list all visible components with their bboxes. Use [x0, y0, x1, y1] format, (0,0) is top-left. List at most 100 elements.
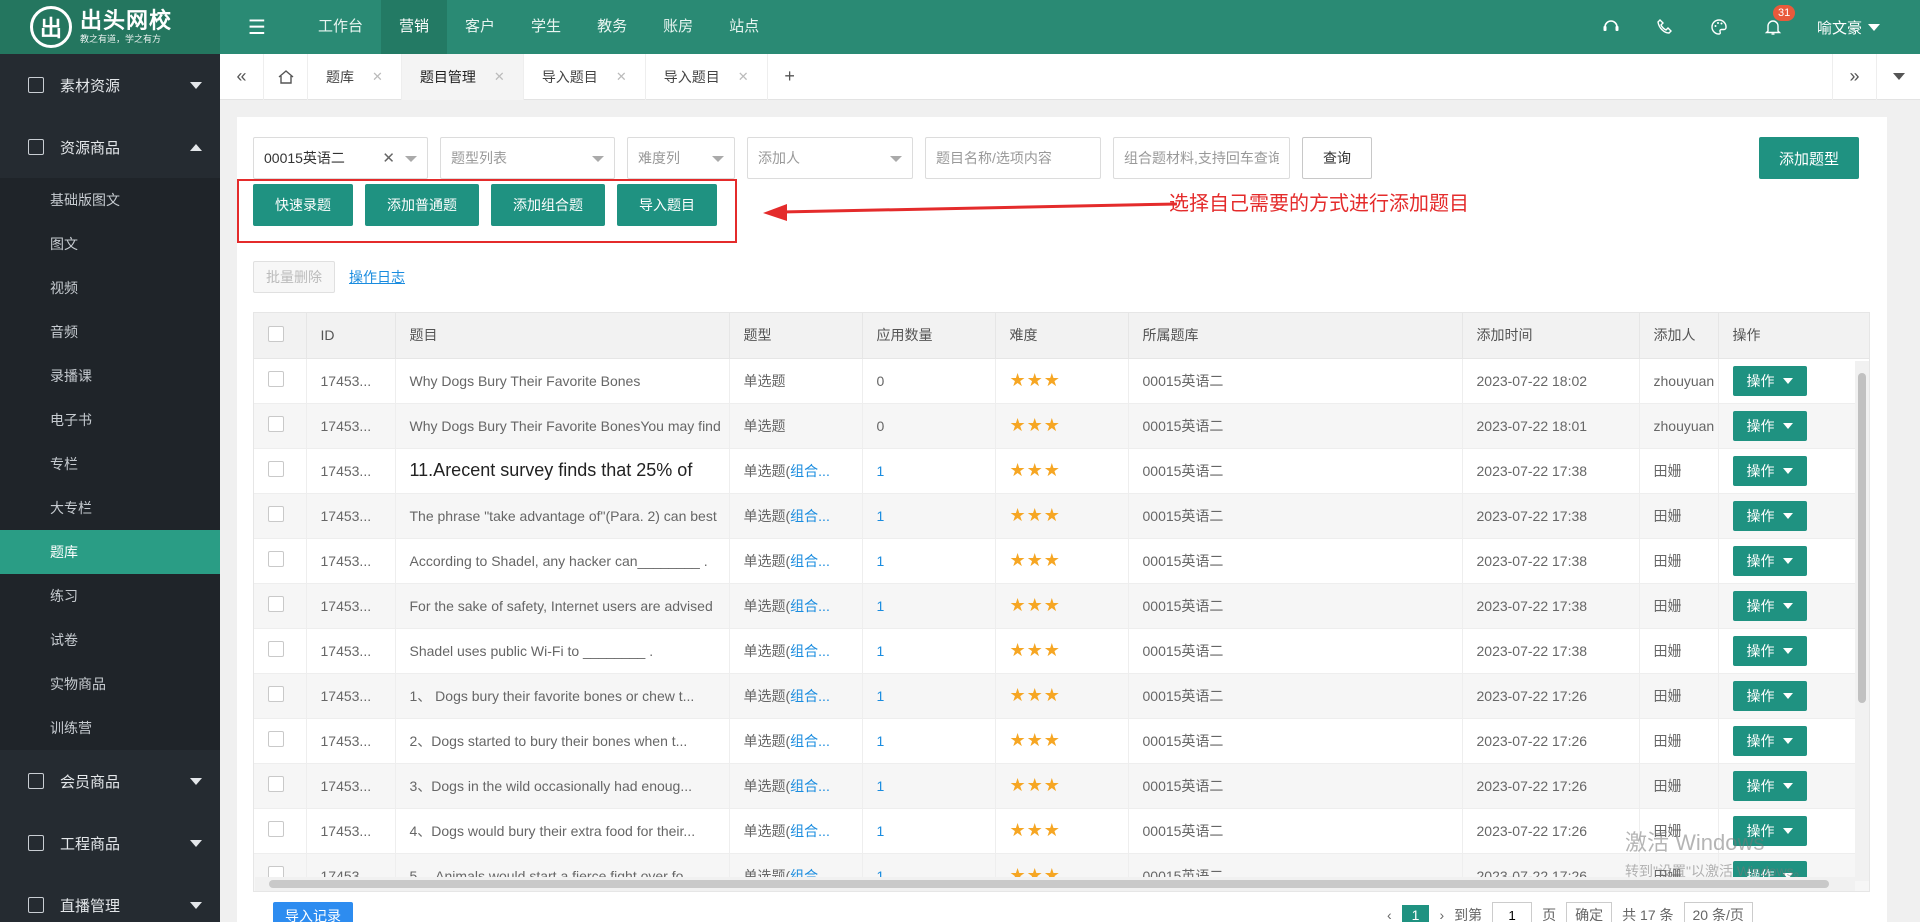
tab-import-questions[interactable]: 导入题目 ✕	[524, 53, 646, 100]
sidebar-item-ebook[interactable]: 电子书	[0, 398, 220, 442]
goto-page-input[interactable]	[1492, 902, 1533, 922]
row-checkbox[interactable]	[268, 731, 284, 747]
row-checkbox[interactable]	[268, 371, 284, 387]
sidebar-item-article[interactable]: 图文	[0, 222, 220, 266]
bell-icon[interactable]: 31	[1763, 5, 1796, 37]
bank-select-value: 00015英语二	[264, 150, 345, 166]
adder-select[interactable]: 添加人	[747, 137, 913, 179]
menu-toggle-icon[interactable]: ☰	[242, 15, 272, 40]
clear-icon[interactable]: ✕	[382, 149, 395, 167]
sidebar-group-resource-goods[interactable]: 资源商品	[0, 116, 220, 178]
sidebar-group-material[interactable]: 素材资源	[0, 54, 220, 116]
add-tab-button[interactable]: +	[768, 54, 812, 100]
scroll-right-icon[interactable]: »	[1832, 53, 1876, 100]
title-search-input[interactable]	[925, 137, 1101, 179]
topnav-item-site[interactable]: 站点	[711, 0, 777, 54]
type-select[interactable]: 题型列表	[440, 137, 615, 179]
sidebar-item-video[interactable]: 视频	[0, 266, 220, 310]
top-nav: 工作台 营销 客户 学生 教务 账房 站点	[300, 0, 777, 54]
tab-question-bank[interactable]: 题库 ✕	[308, 53, 402, 100]
difficulty-stars-icon: ★★★	[1009, 730, 1061, 750]
row-adder: zhouyuan	[1639, 358, 1719, 404]
user-menu[interactable]: 喻文豪	[1817, 17, 1880, 38]
service-icon[interactable]	[1601, 17, 1621, 37]
row-adder: zhouyuan	[1639, 403, 1719, 449]
table-vertical-scrollbar[interactable]	[1855, 361, 1869, 881]
add-question-type-button[interactable]: 添加题型	[1759, 137, 1859, 179]
table-horizontal-scrollbar[interactable]	[255, 877, 1855, 891]
row-checkbox[interactable]	[268, 686, 284, 702]
sidebar-item-exam[interactable]: 试卷	[0, 618, 220, 662]
topnav-item-customers[interactable]: 客户	[447, 0, 513, 54]
row-action-button[interactable]: 操作	[1732, 725, 1807, 756]
sidebar-item-big-column[interactable]: 大专栏	[0, 486, 220, 530]
row-checkbox[interactable]	[268, 641, 284, 657]
table-row: 17453... 2、Dogs started to bury their bo…	[254, 718, 1869, 764]
row-action-button[interactable]: 操作	[1732, 815, 1807, 846]
material-search-input[interactable]	[1113, 137, 1290, 179]
bank-select[interactable]: 00015英语二 ✕	[253, 137, 428, 179]
sidebar-item-physical-goods[interactable]: 实物商品	[0, 662, 220, 706]
row-checkbox[interactable]	[268, 551, 284, 567]
tabs-menu-icon[interactable]	[1876, 53, 1920, 100]
difficulty-select[interactable]: 难度列	[627, 137, 735, 179]
row-action-button[interactable]: 操作	[1732, 455, 1807, 486]
sidebar-item-question-bank[interactable]: 题库	[0, 530, 220, 574]
import-questions-button[interactable]: 导入题目	[617, 184, 717, 226]
row-checkbox[interactable]	[268, 461, 284, 477]
sidebar-group-member-goods[interactable]: 会员商品	[0, 750, 220, 812]
sidebar-group-project-goods[interactable]: 工程商品	[0, 812, 220, 874]
sidebar-item-column[interactable]: 专栏	[0, 442, 220, 486]
topnav-item-accounts[interactable]: 账房	[645, 0, 711, 54]
add-normal-question-button[interactable]: 添加普通题	[365, 184, 479, 226]
close-icon[interactable]: ✕	[372, 69, 383, 85]
row-action-button[interactable]: 操作	[1732, 365, 1807, 396]
topnav-item-academic[interactable]: 教务	[579, 0, 645, 54]
operation-log-link[interactable]: 操作日志	[349, 267, 405, 287]
row-checkbox[interactable]	[268, 776, 284, 792]
select-all-checkbox[interactable]	[268, 325, 284, 342]
row-action-button[interactable]: 操作	[1732, 500, 1807, 531]
close-icon[interactable]: ✕	[616, 69, 627, 85]
add-group-question-button[interactable]: 添加组合题	[491, 184, 605, 226]
page-number[interactable]: 1	[1401, 905, 1430, 922]
quick-entry-button[interactable]: 快速录题	[253, 184, 353, 226]
page-size-select[interactable]: 20 条/页	[1683, 902, 1753, 922]
row-action-button[interactable]: 操作	[1732, 680, 1807, 711]
phone-icon[interactable]	[1655, 17, 1675, 37]
palette-icon[interactable]	[1709, 17, 1729, 37]
topnav-item-marketing[interactable]: 营销	[381, 0, 448, 54]
row-action-button[interactable]: 操作	[1732, 635, 1807, 666]
table-row: 17453... The phrase "take advantage of"(…	[254, 493, 1869, 539]
row-checkbox[interactable]	[268, 596, 284, 612]
topnav-item-students[interactable]: 学生	[513, 0, 579, 54]
row-action-button[interactable]: 操作	[1732, 410, 1807, 441]
tab-question-management[interactable]: 题目管理 ✕	[401, 53, 524, 100]
logo[interactable]: 出 出头网校 教之有道，学之有方	[0, 0, 220, 54]
sidebar-item-audio[interactable]: 音频	[0, 310, 220, 354]
row-checkbox[interactable]	[268, 506, 284, 522]
close-icon[interactable]: ✕	[738, 69, 749, 85]
sidebar-item-practice[interactable]: 练习	[0, 574, 220, 618]
scroll-left-icon[interactable]: «	[220, 53, 264, 100]
user-name: 喻文豪	[1816, 19, 1862, 37]
home-icon[interactable]	[264, 53, 308, 100]
sidebar-group-live[interactable]: 直播管理	[0, 874, 220, 922]
sidebar-item-recorded-course[interactable]: 录播课	[0, 354, 220, 398]
sidebar-item-camp[interactable]: 训练营	[0, 706, 220, 750]
row-action-button[interactable]: 操作	[1732, 770, 1807, 801]
next-page-icon[interactable]: ›	[1439, 907, 1444, 922]
tab-import-questions-2[interactable]: 导入题目 ✕	[646, 53, 768, 100]
sidebar-item-basic-article[interactable]: 基础版图文	[0, 178, 220, 222]
row-action-button[interactable]: 操作	[1732, 590, 1807, 621]
batch-delete-button[interactable]: 批量删除	[253, 261, 335, 293]
query-button[interactable]: 查询	[1302, 137, 1372, 179]
row-checkbox[interactable]	[268, 416, 284, 432]
row-action-button[interactable]: 操作	[1732, 545, 1807, 576]
prev-page-icon[interactable]: ‹	[1387, 907, 1392, 922]
import-log-button[interactable]: 导入记录	[273, 902, 353, 922]
row-checkbox[interactable]	[268, 821, 284, 837]
topnav-item-workbench[interactable]: 工作台	[300, 0, 381, 54]
close-icon[interactable]: ✕	[494, 69, 505, 85]
goto-confirm-button[interactable]: 确定	[1566, 902, 1613, 922]
